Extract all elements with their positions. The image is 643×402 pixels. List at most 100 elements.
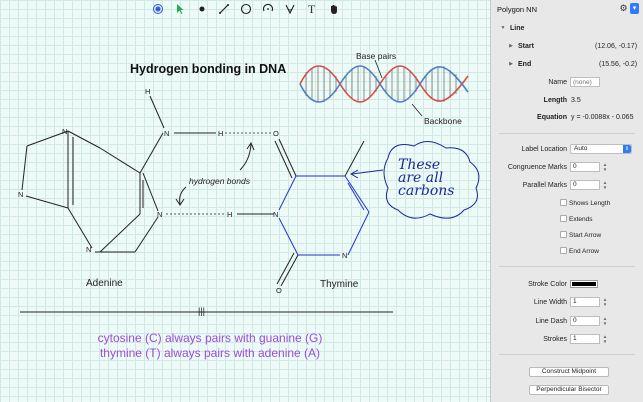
start-label: Start [518, 42, 534, 50]
chevron-down-icon[interactable]: ▾ [630, 3, 639, 14]
construct-midpoint-button[interactable]: Construct Midpoint [529, 367, 609, 377]
atom-n-left: N [18, 190, 24, 199]
parallel-row: Parallel Marks 0 ▲ ▼ [491, 179, 643, 191]
line-section-header[interactable]: ▼ Line [491, 22, 643, 34]
end-arrow-row[interactable]: End Arrow [491, 245, 643, 257]
atom-n-thymine: N [273, 210, 279, 219]
backbone-label: Backbone [424, 116, 462, 126]
adenine-structure [21, 95, 165, 253]
handwriting-line-3: carbons [398, 183, 455, 199]
start-arrow-checkbox[interactable] [560, 231, 567, 238]
line-dash-row: Line Dash 0 ▲ ▼ [491, 315, 643, 327]
line-width-row: Line Width 1 ▲ ▼ [491, 296, 643, 308]
extends-row[interactable]: Extends [491, 213, 643, 225]
divider [499, 266, 635, 267]
start-value: (12.06, -0.17) [595, 42, 638, 50]
caption-line-2: thymine (T) always pairs with adenine (A… [99, 346, 321, 360]
parallel-stepper[interactable]: ▲ ▼ [602, 180, 608, 190]
length-value: 3.5 [571, 96, 581, 104]
start-arrow-row[interactable]: Start Arrow [491, 229, 643, 241]
inspector-title: Polygon NN [497, 4, 538, 14]
end-arrow-checkbox[interactable] [560, 247, 567, 254]
atom-h-top: H [145, 87, 151, 96]
extends-checkbox[interactable] [560, 215, 567, 222]
disclosure-right-icon: ▶ [509, 43, 513, 49]
shows-length-checkbox[interactable] [560, 199, 567, 206]
shows-length-row[interactable]: Shows Length [491, 197, 643, 209]
atom-o-top: O [273, 129, 279, 138]
divider [499, 354, 635, 355]
diagram-title: Hydrogen bonding in DNA [130, 62, 287, 76]
line-dash-stepper[interactable]: ▲ ▼ [602, 316, 608, 326]
hydrogen-bond-arrows [175, 141, 255, 206]
atom-h-amine: H [218, 129, 224, 138]
thymine-label: Thymine [320, 279, 359, 290]
name-label: Name [548, 78, 567, 86]
stroke-color-fill [572, 282, 596, 286]
stroke-color-label: Stroke Color [528, 280, 567, 288]
label-location-select[interactable]: Auto ⇕ [570, 144, 632, 154]
chevron-updown-icon: ⇕ [623, 145, 631, 153]
strokes-field[interactable]: 1 [570, 334, 600, 344]
congruence-row: Congruence Marks 0 ▲ ▼ [491, 161, 643, 173]
disclosure-right-icon: ▶ [509, 61, 513, 67]
adenine-label: Adenine [86, 278, 123, 289]
congruence-field[interactable]: 0 [570, 162, 600, 172]
equation-label: Equation [537, 113, 567, 121]
atom-n-amine: N [164, 129, 170, 138]
caption-line-1: cytosine (C) always pairs with guanine (… [97, 331, 323, 345]
line-dash-label: Line Dash [535, 317, 567, 325]
label-location-value: Auto [574, 145, 588, 152]
line-width-label: Line Width [533, 298, 567, 306]
strokes-row: Strokes 1 ▲ ▼ [491, 333, 643, 345]
atom-n-thymine-bottom: N [342, 251, 348, 260]
name-row: Name [491, 76, 643, 88]
inspector-panel: Polygon NN ⚙ ▾ ▼ Line ▶ Start (12.06, -0… [491, 0, 643, 402]
line-dash-field[interactable]: 0 [570, 316, 600, 326]
stroke-color-well[interactable] [570, 280, 598, 288]
end-row[interactable]: ▶ End (15.56, -0.2) [491, 58, 643, 70]
parallel-label: Parallel Marks [522, 181, 567, 189]
equation-row: Equation y = -0.0088x - 0.065 [491, 111, 643, 123]
parallel-field[interactable]: 0 [570, 180, 600, 190]
equation-value: y = -0.0088x - 0.065 [571, 113, 634, 121]
congruence-tick-marks: ||| [198, 306, 206, 316]
label-location-label: Label Location [521, 145, 567, 153]
atom-n1: N [62, 127, 68, 136]
start-row[interactable]: ▶ Start (12.06, -0.17) [491, 40, 643, 52]
strokes-stepper[interactable]: ▲ ▼ [602, 334, 608, 344]
line-width-stepper[interactable]: ▲ ▼ [602, 297, 608, 307]
label-location-row: Label Location Auto ⇕ [491, 143, 643, 155]
atom-n-bottom: N [86, 245, 92, 254]
length-row: Length 3.5 [491, 94, 643, 106]
congruence-stepper[interactable]: ▲ ▼ [602, 162, 608, 172]
line-section-label: Line [510, 24, 525, 32]
gear-icon[interactable]: ⚙ [618, 3, 629, 14]
dna-helix [299, 59, 469, 117]
extends-label: Extends [569, 215, 593, 223]
divider [499, 133, 635, 134]
hydrogen-bonds-label: hydrogen bonds [189, 176, 250, 186]
atom-n-mid: N [157, 210, 163, 219]
length-label: Length [543, 96, 567, 104]
start-arrow-label: Start Arrow [569, 231, 602, 239]
shows-length-label: Shows Length [569, 199, 611, 207]
base-pairs-label: Base pairs [356, 51, 397, 61]
perpendicular-bisector-button[interactable]: Perpendicular Bisector [529, 385, 609, 395]
strokes-label: Strokes [543, 335, 567, 343]
atom-h-mid: H [227, 210, 233, 219]
end-label: End [518, 60, 532, 68]
atom-o-bottom: O [276, 286, 282, 295]
congruence-label: Congruence Marks [507, 163, 567, 171]
thymine-ring [278, 175, 370, 256]
disclosure-down-icon: ▼ [500, 25, 506, 31]
drawing-canvas[interactable]: T Hydrogen bonding in DNA H N H O N N N … [0, 0, 491, 402]
handwritten-note: These are all carbons [398, 158, 455, 199]
end-value: (15.56, -0.2) [599, 60, 638, 68]
stroke-color-row: Stroke Color [491, 278, 643, 290]
thymine-substituents [174, 132, 365, 287]
inspector-header: Polygon NN ⚙ ▾ [491, 0, 643, 18]
line-width-field[interactable]: 1 [570, 297, 600, 307]
name-field[interactable] [570, 77, 600, 87]
end-arrow-label: End Arrow [569, 247, 599, 255]
